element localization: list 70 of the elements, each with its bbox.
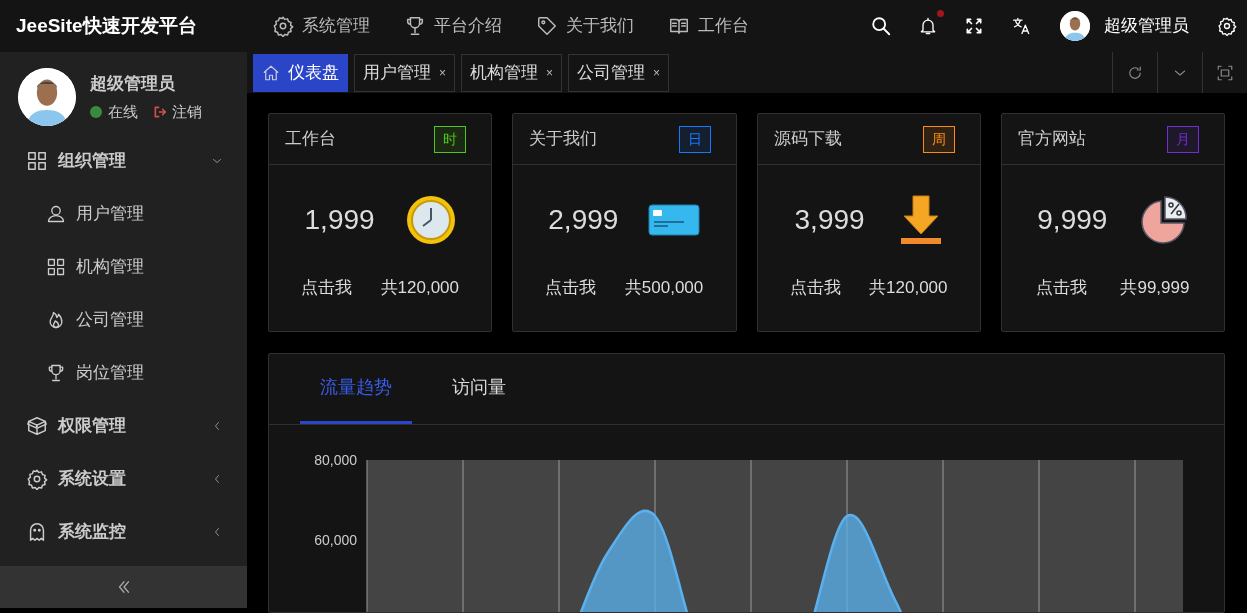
sidebar-item[interactable]: 用户管理: [0, 187, 247, 240]
grid-icon: [26, 149, 48, 172]
period-tag: 月: [1167, 125, 1199, 153]
page-tab[interactable]: 仪表盘: [253, 53, 348, 92]
card-total: 共120,000: [380, 277, 460, 299]
sidebar-item[interactable]: 机构管理: [0, 240, 247, 293]
fullscreen-icon: [964, 16, 984, 36]
avatar-icon: [1060, 11, 1090, 41]
home-icon: [262, 63, 280, 82]
card-title: 关于我们: [529, 128, 598, 151]
period-tag: 时: [434, 125, 467, 153]
sidebar-group[interactable]: 权限管理: [0, 399, 247, 452]
download-icon: [898, 194, 943, 246]
stat-value: 3,999: [794, 203, 865, 237]
page-tab[interactable]: 机构管理 ×: [461, 53, 563, 92]
card-link[interactable]: 点击我: [301, 275, 353, 301]
stat-value: 9,999: [1037, 203, 1108, 237]
profile-name: 超级管理员: [90, 73, 176, 95]
sidebar-group[interactable]: 组织管理: [0, 134, 247, 187]
tab-close[interactable]: ×: [439, 63, 446, 82]
card-total: 共99,999: [1120, 277, 1190, 299]
sidebar-group[interactable]: 系统设置: [0, 452, 247, 505]
card-title: 工作台: [285, 128, 336, 151]
period-tag: 日: [678, 125, 711, 153]
bell-icon: [918, 15, 938, 37]
page-tab[interactable]: 公司管理 ×: [568, 53, 670, 92]
sidebar-item[interactable]: 岗位管理: [0, 346, 247, 399]
card-link[interactable]: 点击我: [1036, 275, 1088, 301]
tab-close[interactable]: ×: [653, 63, 661, 82]
frame-icon: [1216, 64, 1234, 83]
sidebar-item[interactable]: 公司管理: [0, 293, 247, 346]
card-total: 共500,000: [624, 277, 704, 299]
logout-link[interactable]: 注销: [152, 100, 202, 123]
box-icon: [26, 414, 48, 437]
status-dot: [90, 105, 102, 118]
brand-title: JeeSite快速开发平台: [15, 13, 198, 38]
status-text: 在线: [108, 101, 138, 122]
grid-icon: [46, 256, 66, 277]
credit-card-icon: [648, 204, 701, 236]
period-tag: 周: [922, 125, 955, 153]
top-menu-item[interactable]: 工作台: [668, 13, 749, 39]
tab-close[interactable]: ×: [546, 63, 554, 82]
card-title: 源码下载: [773, 128, 842, 151]
trophy-icon: [46, 362, 66, 383]
y-tick-label: 60,000: [314, 532, 357, 548]
card-total: 共120,000: [869, 277, 948, 299]
top-menu-item[interactable]: 关于我们: [536, 13, 634, 39]
avatar-icon: [18, 68, 76, 126]
gear-icon: [272, 15, 294, 37]
clock-icon: [405, 195, 456, 245]
top-menu-item[interactable]: 平台介绍: [404, 13, 502, 39]
translate-icon: [1012, 16, 1032, 36]
top-menu-item[interactable]: 系统管理: [272, 13, 370, 39]
pie-chart-icon: [1138, 195, 1189, 245]
trophy-icon: [404, 15, 426, 37]
search-icon: [870, 15, 892, 37]
gear-icon: [26, 467, 48, 490]
card-link[interactable]: 点击我: [545, 275, 597, 301]
card-title: 官方网站: [1017, 128, 1086, 151]
page-tab[interactable]: 用户管理 ×: [354, 53, 455, 92]
y-tick-label: 80,000: [314, 452, 357, 468]
card-link[interactable]: 点击我: [789, 275, 841, 301]
user-icon: [46, 203, 66, 224]
stat-value: 2,999: [548, 203, 619, 237]
stat-value: 1,999: [304, 203, 375, 237]
settings-icon: [1217, 16, 1237, 36]
user-name[interactable]: 超级管理员: [1104, 13, 1189, 39]
chart-tab[interactable]: 访问量: [432, 354, 526, 424]
sidebar-group[interactable]: 系统监控: [0, 505, 247, 558]
tag-icon: [536, 15, 558, 37]
